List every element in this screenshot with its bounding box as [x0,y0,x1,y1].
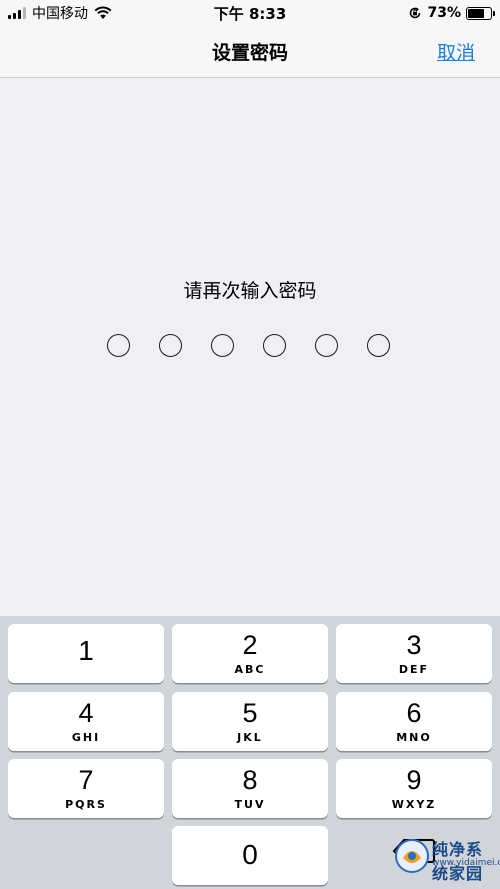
key-letters: WXYZ [391,798,437,811]
key-letters: TUV [234,798,266,811]
passcode-dot [367,334,390,357]
key-letters: ABC [234,663,266,676]
key-digit: 6 [406,698,422,728]
key-5[interactable]: 5 JKL [172,692,328,751]
passcode-dot [107,334,130,357]
passcode-dot [315,334,338,357]
key-digit: 5 [242,698,258,728]
passcode-dots [107,334,393,358]
key-letters: PQRS [65,798,107,811]
passcode-dot [211,334,234,357]
nav-bar: 设置密码 取消 [0,26,500,78]
passcode-prompt: 请再次输入密码 [183,280,317,302]
battery-percent: 73% [427,5,461,21]
key-0[interactable]: 0 [172,826,328,885]
cancel-button[interactable]: 取消 [437,38,475,65]
key-letters: JKL [237,731,263,744]
orientation-lock-icon [410,7,421,19]
key-digit: 8 [242,765,258,795]
passcode-dot [159,334,182,357]
key-6[interactable]: 6 MNO [336,692,492,751]
page-title: 设置密码 [211,42,288,64]
key-digit: 4 [78,698,94,728]
status-right: 73% [408,3,495,23]
key-digit: 7 [78,765,94,795]
key-9[interactable]: 9 WXYZ [336,759,492,818]
key-7[interactable]: 7 PQRS [8,759,164,818]
key-digit: 1 [78,635,94,666]
battery-icon [466,6,495,20]
key-3[interactable]: 3 DEF [336,624,492,683]
key-8[interactable]: 8 TUV [172,759,328,818]
key-digit: 9 [406,765,422,795]
status-bar: 中国移动 下午 8:33 73% [0,0,500,26]
key-letters: DEF [398,663,430,676]
delete-backspace-icon[interactable] [392,836,436,866]
key-letters: GHI [71,731,101,744]
key-digit: 3 [406,630,422,660]
passcode-dot [263,334,286,357]
battery-level [468,8,485,18]
key-letters: MNO [396,731,432,744]
key-digit: 0 [242,839,258,870]
key-2[interactable]: 2 ABC [172,624,328,683]
key-1[interactable]: 1 [8,624,164,683]
key-4[interactable]: 4 GHI [8,692,164,751]
key-digit: 2 [242,630,258,660]
